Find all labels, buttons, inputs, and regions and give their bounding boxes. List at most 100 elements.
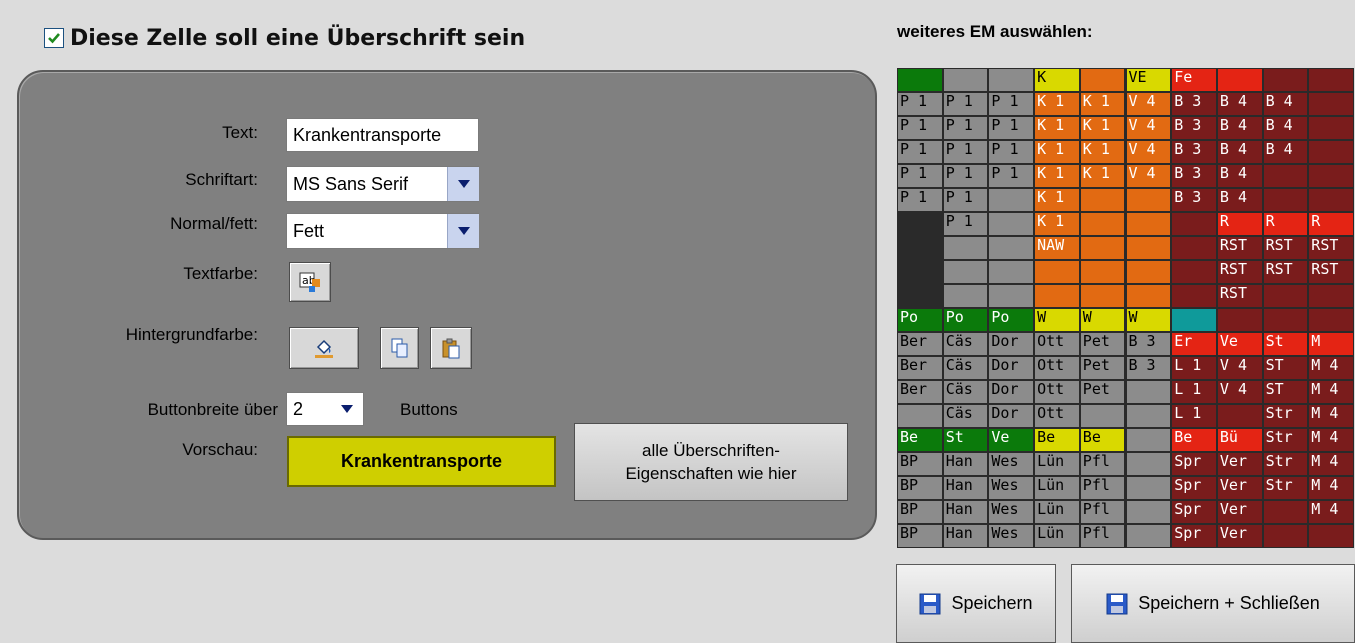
weight-dropdown-button[interactable] <box>447 214 479 248</box>
em-button[interactable]: K 1 <box>1079 164 1126 188</box>
em-button[interactable]: K <box>1034 68 1080 92</box>
em-button[interactable]: V 4 <box>1125 116 1172 140</box>
em-button[interactable] <box>1262 308 1309 332</box>
em-button[interactable]: Wes <box>988 476 1035 500</box>
em-button[interactable]: Str <box>1262 404 1309 428</box>
em-button[interactable] <box>988 260 1035 284</box>
em-button[interactable]: Er <box>1171 332 1217 356</box>
em-button[interactable]: Po <box>988 308 1035 332</box>
em-button[interactable]: P 1 <box>988 116 1035 140</box>
em-button[interactable] <box>1216 68 1263 92</box>
em-button[interactable] <box>1034 260 1080 284</box>
em-button[interactable]: P 1 <box>942 164 989 188</box>
em-button[interactable]: Dor <box>988 380 1035 404</box>
em-button[interactable]: Lün <box>1034 500 1080 524</box>
em-button[interactable] <box>1125 404 1172 428</box>
em-button[interactable]: Ott <box>1034 332 1080 356</box>
em-button[interactable] <box>1262 164 1309 188</box>
em-button[interactable] <box>897 284 943 308</box>
em-button[interactable]: Spr <box>1171 500 1217 524</box>
em-button[interactable] <box>1034 284 1080 308</box>
em-button[interactable] <box>988 68 1035 92</box>
save-and-close-button[interactable]: Speichern + Schließen <box>1071 564 1355 643</box>
em-button[interactable]: W <box>1034 308 1080 332</box>
em-button[interactable] <box>1125 476 1172 500</box>
em-button[interactable]: Han <box>942 524 989 548</box>
em-button[interactable]: B 3 <box>1125 356 1172 380</box>
save-button[interactable]: Speichern <box>896 564 1056 643</box>
em-button[interactable]: B 4 <box>1216 116 1263 140</box>
em-button[interactable]: B 4 <box>1262 92 1309 116</box>
em-button[interactable]: RST <box>1262 236 1309 260</box>
em-button[interactable]: Pfl <box>1079 476 1126 500</box>
em-button[interactable] <box>1079 212 1126 236</box>
em-button[interactable] <box>1216 404 1263 428</box>
em-button[interactable]: P 1 <box>897 164 943 188</box>
em-button[interactable] <box>988 212 1035 236</box>
em-button[interactable]: Str <box>1262 476 1309 500</box>
em-button[interactable]: P 1 <box>942 212 989 236</box>
paste-button[interactable] <box>430 327 472 369</box>
em-button[interactable]: Ber <box>897 380 943 404</box>
font-dropdown-button[interactable] <box>447 167 479 201</box>
em-button[interactable]: K 1 <box>1034 164 1080 188</box>
em-button[interactable]: RST <box>1308 236 1354 260</box>
em-button[interactable]: Ver <box>1216 452 1263 476</box>
em-button[interactable]: Ver <box>1216 524 1263 548</box>
em-button[interactable]: Dor <box>988 404 1035 428</box>
em-button[interactable] <box>897 236 943 260</box>
em-button[interactable] <box>1308 92 1354 116</box>
em-button[interactable]: B 3 <box>1125 332 1172 356</box>
em-button[interactable]: Wes <box>988 500 1035 524</box>
em-button[interactable] <box>1079 236 1126 260</box>
em-button[interactable] <box>1171 212 1217 236</box>
em-button[interactable]: K 1 <box>1034 92 1080 116</box>
em-button[interactable]: Wes <box>988 452 1035 476</box>
em-button[interactable]: M <box>1308 332 1354 356</box>
em-button[interactable]: RST <box>1216 236 1263 260</box>
em-button[interactable]: Dor <box>988 332 1035 356</box>
em-button[interactable] <box>1308 284 1354 308</box>
em-button[interactable]: Ber <box>897 356 943 380</box>
em-button[interactable]: Cäs <box>942 380 989 404</box>
em-button[interactable]: P 1 <box>942 140 989 164</box>
em-button[interactable]: M 4 <box>1308 452 1354 476</box>
text-input[interactable]: Krankentransporte <box>286 118 479 152</box>
em-button[interactable] <box>1125 428 1172 452</box>
em-button[interactable]: B 4 <box>1262 116 1309 140</box>
em-button[interactable] <box>897 68 943 92</box>
em-button[interactable] <box>897 212 943 236</box>
em-button[interactable]: St <box>942 428 989 452</box>
em-button[interactable]: Cäs <box>942 404 989 428</box>
em-button[interactable]: P 1 <box>942 188 989 212</box>
em-button[interactable] <box>1079 260 1126 284</box>
em-button[interactable]: R <box>1262 212 1309 236</box>
em-button[interactable]: R <box>1308 212 1354 236</box>
em-button[interactable] <box>942 68 989 92</box>
em-button[interactable]: Pfl <box>1079 500 1126 524</box>
em-button[interactable] <box>1308 140 1354 164</box>
em-button[interactable]: Ott <box>1034 404 1080 428</box>
em-button[interactable]: RST <box>1262 260 1309 284</box>
em-button[interactable]: P 1 <box>897 140 943 164</box>
em-button[interactable]: L 1 <box>1171 404 1217 428</box>
em-button[interactable] <box>1262 188 1309 212</box>
em-button[interactable]: BP <box>897 476 943 500</box>
em-button[interactable] <box>897 260 943 284</box>
em-button[interactable]: Ott <box>1034 380 1080 404</box>
em-button[interactable]: P 1 <box>897 188 943 212</box>
em-button[interactable] <box>1216 308 1263 332</box>
em-button[interactable] <box>1308 164 1354 188</box>
em-button[interactable]: B 3 <box>1171 92 1217 116</box>
em-button[interactable]: Po <box>897 308 943 332</box>
apply-to-all-headings-button[interactable]: alle Überschriften- Eigenschaften wie hi… <box>574 423 848 501</box>
em-button[interactable] <box>1308 188 1354 212</box>
em-button[interactable]: V 4 <box>1216 380 1263 404</box>
em-button[interactable]: M 4 <box>1308 380 1354 404</box>
em-button[interactable]: Fe <box>1171 68 1217 92</box>
em-button[interactable]: Ber <box>897 332 943 356</box>
buttonwidth-dropdown-button[interactable] <box>331 393 363 425</box>
em-button[interactable]: P 1 <box>897 116 943 140</box>
em-button[interactable] <box>1262 284 1309 308</box>
em-button[interactable]: V 4 <box>1125 164 1172 188</box>
